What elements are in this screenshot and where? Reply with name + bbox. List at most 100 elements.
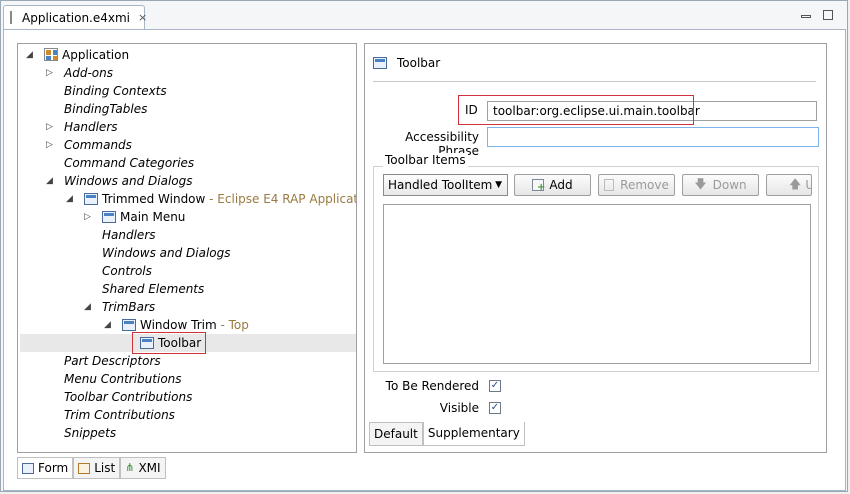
tab-default[interactable]: Default: [369, 422, 423, 446]
tree-item-label: Handlers: [64, 120, 118, 134]
tree-item[interactable]: Handlers: [102, 226, 156, 244]
arrow-down-icon: 🡇: [694, 176, 707, 191]
expand-arrow-icon[interactable]: ▷: [46, 64, 53, 82]
tree-item-label: Binding Contexts: [64, 84, 167, 98]
tree-item-label: TrimBars: [102, 300, 156, 314]
accessibility-field[interactable]: [487, 127, 819, 147]
tree-item[interactable]: Main Menu: [102, 208, 185, 226]
detail-header: Toolbar: [373, 56, 440, 70]
tree-item[interactable]: Shared Elements: [102, 280, 204, 298]
window-icon: [84, 193, 98, 205]
collapse-arrow-icon[interactable]: ◢: [26, 46, 33, 64]
tree-item[interactable]: TrimBars: [102, 298, 155, 316]
remove-icon: [604, 179, 615, 191]
tree-item-label: Window Trim: [140, 318, 217, 332]
up-label: U: [805, 178, 811, 192]
tree-item[interactable]: BindingTables: [64, 100, 147, 118]
down-label: Down: [712, 178, 747, 192]
tree-item-suffix: - Eclipse E4 RAP Application: [209, 192, 357, 206]
tab-xmi-label: XMI: [138, 461, 161, 475]
tree-item-label: Shared Elements: [102, 282, 205, 296]
expand-arrow-icon[interactable]: ▷: [46, 136, 53, 154]
tree-item[interactable]: Handlers: [64, 118, 118, 136]
up-button[interactable]: 🡅 U: [766, 174, 812, 196]
tab-xmi[interactable]: ⋔ XMI: [120, 457, 166, 479]
visible-checkbox[interactable]: ✓: [489, 402, 501, 414]
application-icon: [44, 48, 58, 61]
editor-frame: Application.e4xmi × ◢ Application ▷ Add-ons…: [0, 0, 848, 492]
tab-form-label: Form: [38, 461, 69, 475]
tree-item[interactable]: Add-ons: [64, 64, 113, 82]
tree-item-suffix: - Top: [216, 318, 249, 332]
expand-arrow-icon[interactable]: ▷: [84, 208, 91, 226]
toolbar-items-label: Toolbar Items: [383, 153, 468, 167]
add-label: Add: [549, 178, 573, 192]
tab-list[interactable]: List: [73, 457, 121, 479]
tree-item-label: Part Descriptors: [64, 354, 161, 368]
tree-item-label: Windows and Dialogs: [64, 174, 193, 188]
collapse-arrow-icon[interactable]: ◢: [104, 316, 111, 334]
collapse-arrow-icon[interactable]: ◢: [84, 298, 91, 316]
tree-item[interactable]: Part Descriptors: [64, 352, 161, 370]
tree-item-label: Command Categories: [64, 156, 195, 170]
tab-supplementary[interactable]: Supplementary: [422, 422, 525, 446]
xmi-icon: ⋔: [125, 461, 135, 474]
tree-item-label: Trimmed Window: [102, 192, 206, 206]
maximize-icon[interactable]: [823, 10, 833, 20]
tree-item[interactable]: Binding Contexts: [64, 82, 167, 100]
form-icon: [22, 462, 34, 474]
tree-item-label: Handlers: [102, 228, 156, 242]
selection-marker: [132, 332, 206, 354]
tree-item-label: BindingTables: [64, 102, 148, 116]
tab-form[interactable]: Form: [17, 457, 74, 479]
table-icon: [78, 462, 91, 474]
tree-item-label: Controls: [102, 264, 152, 278]
item-type-select[interactable]: Handled ToolItem ▼: [383, 174, 508, 196]
tree-item[interactable]: Trimmed Window - Eclipse E4 RAP Applicat…: [84, 190, 357, 208]
id-highlight: [458, 95, 694, 125]
detail-tabs: Default Supplementary: [369, 422, 525, 446]
minimize-icon[interactable]: [801, 15, 811, 18]
detail-panel: Toolbar ID toolbar:org.eclipse.ui.main.t…: [364, 43, 827, 453]
tree-item[interactable]: Menu Contributions: [64, 370, 182, 388]
arrow-up-icon: 🡅: [789, 176, 802, 191]
remove-label: Remove: [620, 178, 669, 192]
model-tree[interactable]: ◢ Application ▷ Add-ons Binding Contexts Bind…: [17, 43, 357, 453]
add-icon: +: [532, 179, 545, 193]
tree-item-label: Commands: [64, 138, 132, 152]
remove-button[interactable]: Remove: [598, 174, 675, 196]
tree-item[interactable]: Command Categories: [64, 154, 194, 172]
tree-item[interactable]: Controls: [102, 262, 152, 280]
tree-item-label: Add-ons: [64, 66, 113, 80]
tree-item[interactable]: Windows and Dialogs: [64, 172, 193, 190]
tree-item[interactable]: Commands: [64, 136, 132, 154]
tree-item[interactable]: Windows and Dialogs: [102, 244, 231, 262]
editor-bottom-tabs: Form List ⋔ XMI: [17, 457, 166, 479]
tree-item[interactable]: Application: [44, 46, 129, 64]
editor-tab[interactable]: Application.e4xmi ×: [3, 5, 147, 29]
down-button[interactable]: 🡇 Down: [682, 174, 759, 196]
collapse-arrow-icon[interactable]: ◢: [66, 190, 73, 208]
toolbar-icon: [373, 57, 387, 69]
toolbar-items-list[interactable]: [383, 204, 811, 364]
tree-item[interactable]: Toolbar Contributions: [64, 388, 192, 406]
item-type-value: Handled ToolItem: [388, 178, 493, 192]
tree-item[interactable]: Trim Contributions: [64, 406, 175, 424]
header-separator: [373, 81, 816, 82]
rendered-label: To Be Rendered: [385, 379, 479, 393]
close-icon[interactable]: ×: [138, 11, 147, 24]
chevron-down-icon: ▼: [495, 180, 502, 190]
tree-item[interactable]: Snippets: [64, 424, 116, 442]
window-icon: [102, 211, 116, 223]
window-icon: [122, 319, 136, 331]
add-button[interactable]: + Add: [514, 174, 591, 196]
tree-item-label: Main Menu: [120, 210, 186, 224]
collapse-arrow-icon[interactable]: ◢: [46, 172, 53, 190]
visible-label: Visible: [439, 401, 479, 415]
tree-item-label: Snippets: [64, 426, 117, 440]
expand-arrow-icon[interactable]: ▷: [46, 118, 53, 136]
tree-item-label: Trim Contributions: [64, 408, 175, 422]
tree-item-label: Application: [62, 48, 130, 62]
tab-list-label: List: [94, 461, 116, 475]
rendered-checkbox[interactable]: ✓: [489, 380, 501, 392]
